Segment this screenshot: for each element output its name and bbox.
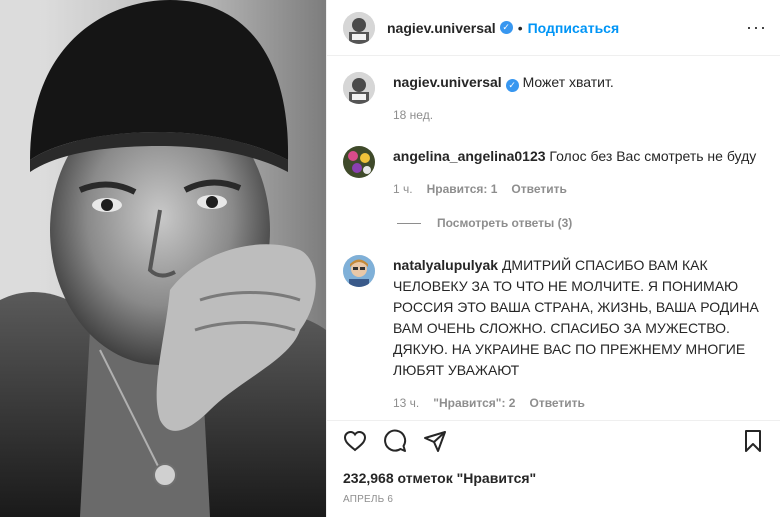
caption-body: nagiev.universal ✓ Может хватит. 18 нед.: [393, 72, 614, 126]
caption-time[interactable]: 18 нед.: [393, 105, 433, 126]
caption-username[interactable]: nagiev.universal: [393, 74, 502, 90]
author-avatar-image: [343, 11, 375, 44]
comment-text: Голос без Вас смотреть не буду: [549, 148, 757, 164]
caption-avatar-image: [343, 72, 375, 104]
comment-line: natalyalupulyak ДМИТРИЙ СПАСИБО ВАМ КАК …: [393, 255, 773, 381]
comment-icon[interactable]: [383, 429, 407, 453]
caption-line: nagiev.universal ✓ Может хватит.: [393, 72, 614, 93]
comment-meta: 1 ч. Нравится: 1 Ответить: [393, 179, 756, 200]
view-replies-label: Посмотреть ответы (3): [437, 216, 573, 230]
comment-username[interactable]: natalyalupulyak: [393, 257, 498, 273]
view-replies-button[interactable]: Посмотреть ответы (3): [397, 216, 572, 230]
heart-icon[interactable]: [343, 429, 367, 453]
more-icon[interactable]: ···: [746, 18, 767, 36]
reply-button[interactable]: Ответить: [529, 393, 584, 414]
author-username[interactable]: nagiev.universal: [387, 20, 496, 36]
caption-meta: 18 нед.: [393, 105, 614, 126]
likes-count[interactable]: 232,968 отметок "Нравится": [343, 470, 536, 486]
reply-button[interactable]: Ответить: [511, 179, 566, 200]
commenter-avatar-image: [343, 146, 375, 178]
caption: nagiev.universal ✓ Может хватит. 18 нед.: [343, 72, 773, 126]
verified-icon: ✓: [505, 79, 519, 92]
comment-body: angelina_angelina0123 Голос без Вас смот…: [393, 146, 756, 200]
share-icon[interactable]: [423, 429, 447, 453]
bookmark-icon[interactable]: [741, 429, 765, 453]
author-avatar[interactable]: [343, 11, 375, 44]
post-header: nagiev.universal ✓ • Подписаться ···: [327, 0, 780, 56]
post-actions: [327, 420, 780, 460]
commenter-avatar[interactable]: [343, 146, 375, 178]
caption-text: Может хватит.: [522, 74, 614, 90]
separator-dot: •: [517, 19, 523, 36]
comment-line: angelina_angelina0123 Голос без Вас смот…: [393, 146, 756, 167]
post-photo[interactable]: [0, 0, 326, 517]
post-photo-illustration: [0, 0, 326, 517]
comment-text: ДМИТРИЙ СПАСИБО ВАМ КАК ЧЕЛОВЕКУ ЗА ТО Ч…: [393, 257, 759, 378]
comment-likes[interactable]: "Нравится": 2: [433, 393, 515, 414]
comment-meta: 13 ч. "Нравится": 2 Ответить: [393, 393, 773, 414]
comment-time[interactable]: 13 ч.: [393, 393, 419, 414]
comment-body: natalyalupulyak ДМИТРИЙ СПАСИБО ВАМ КАК …: [393, 255, 773, 414]
post-panel: nagiev.universal ✓ • Подписаться ··· nag…: [326, 0, 780, 517]
comment-item: natalyalupulyak ДМИТРИЙ СПАСИБО ВАМ КАК …: [343, 255, 773, 414]
caption-avatar[interactable]: [343, 72, 375, 104]
comment-username[interactable]: angelina_angelina0123: [393, 148, 546, 164]
verified-icon: ✓: [499, 21, 513, 34]
comment-time[interactable]: 1 ч.: [393, 179, 413, 200]
post-date: АПРЕЛЬ 6: [343, 494, 394, 505]
commenter-avatar[interactable]: [343, 255, 375, 287]
comment-item: angelina_angelina0123 Голос без Вас смот…: [343, 146, 773, 200]
follow-button[interactable]: Подписаться: [528, 20, 620, 36]
comment-likes[interactable]: Нравится: 1: [427, 179, 498, 200]
replies-divider: [397, 222, 421, 224]
commenter-avatar-image: [343, 255, 375, 287]
